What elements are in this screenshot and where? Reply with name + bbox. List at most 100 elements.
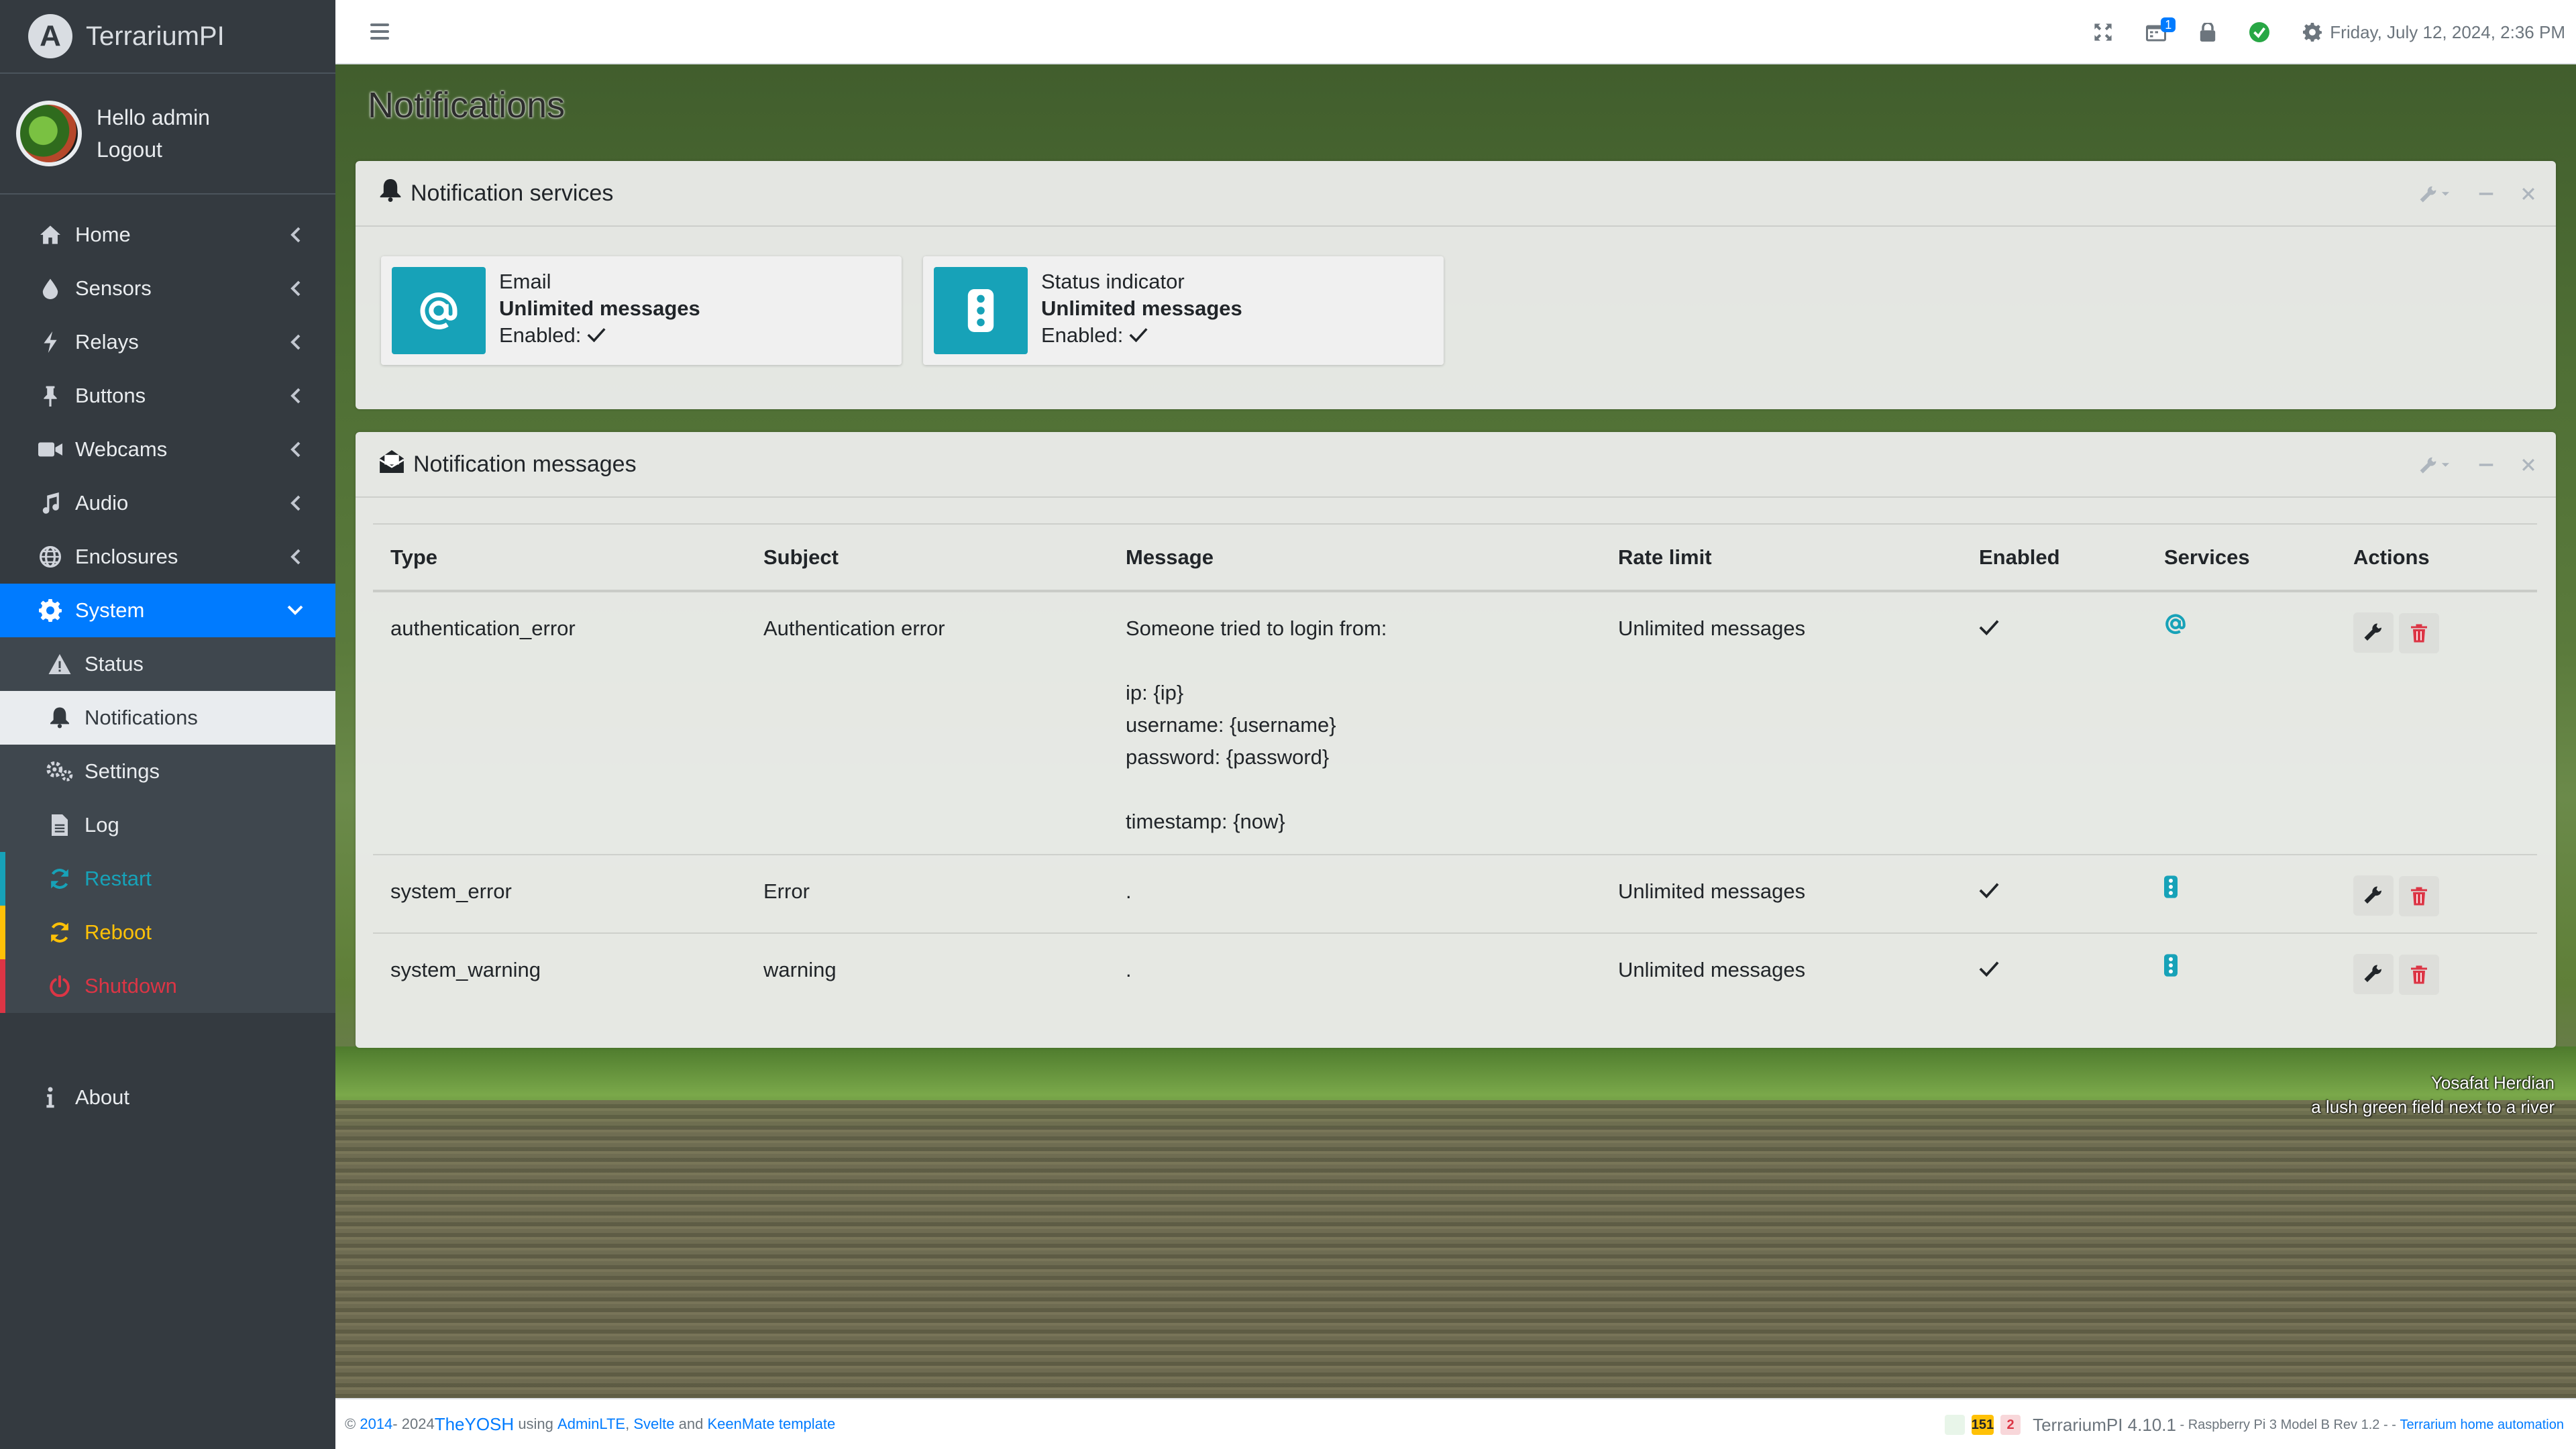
check-icon	[1979, 958, 1999, 981]
service-name: Email	[499, 270, 551, 293]
home-icon	[35, 225, 66, 245]
file-icon	[44, 814, 75, 836]
sidebar-item-label: System	[75, 598, 145, 622]
keenmate-link[interactable]: KeenMate template	[707, 1415, 835, 1433]
wrench-dropdown-icon[interactable]	[2419, 184, 2451, 203]
edit-button[interactable]	[2353, 612, 2394, 653]
calendar-icon[interactable]: 1	[2146, 17, 2176, 42]
bell-icon	[380, 179, 401, 207]
footer-badge-red: 2	[2000, 1415, 2021, 1435]
fullscreen-icon[interactable]	[2094, 23, 2112, 42]
wrench-dropdown-icon[interactable]	[2419, 455, 2451, 474]
sidebar-item-system[interactable]: System	[0, 584, 335, 637]
sidebar-item-label: Restart	[85, 867, 152, 890]
sidebar-item-shutdown[interactable]: Shutdown	[0, 959, 335, 1013]
status-ok-icon[interactable]	[2249, 22, 2270, 42]
brand-link[interactable]: A TerrariumPI	[0, 0, 335, 74]
column-header[interactable]: Rate limit	[1601, 523, 1962, 592]
close-icon[interactable]	[2521, 186, 2536, 201]
sidebar: A TerrariumPI Hello admin Logout Home Se…	[0, 0, 335, 1449]
service-box-email[interactable]: Email Unlimited messages Enabled:	[381, 256, 902, 365]
edit-button[interactable]	[2353, 875, 2394, 916]
copyright-symbol: ©	[345, 1415, 356, 1432]
column-header[interactable]: Services	[2147, 523, 2336, 592]
message-line	[1126, 773, 1601, 806]
sidebar-item-reboot[interactable]: Reboot	[0, 906, 335, 959]
card-title: Notification services	[411, 180, 614, 206]
sidebar-item-notifications[interactable]: Notifications	[0, 691, 335, 745]
year-start-link[interactable]: 2014	[360, 1415, 392, 1433]
service-limit: Unlimited messages	[1041, 297, 1242, 320]
cell-rate-limit: Unlimited messages	[1618, 958, 1806, 981]
edit-button[interactable]	[2353, 954, 2394, 994]
gear-icon[interactable]: Friday, July 12, 2024, 2:36 PM	[2303, 22, 2565, 43]
sidebar-item-buttons[interactable]: Buttons	[0, 369, 335, 423]
cell-services	[2147, 855, 2336, 934]
at-icon	[2164, 614, 2187, 640]
check-icon	[587, 323, 606, 347]
sidebar-item-label: Audio	[75, 491, 129, 515]
warning-icon	[44, 654, 75, 674]
notifications-table: Type Subject Message Rate limit Enabled …	[373, 523, 2537, 1011]
traffic-light-icon	[934, 267, 1028, 354]
sidebar-item-restart[interactable]: Restart	[0, 852, 335, 906]
column-header[interactable]: Type	[373, 523, 746, 592]
sidebar-item-enclosures[interactable]: Enclosures	[0, 530, 335, 584]
menu-toggle-icon[interactable]	[370, 23, 389, 40]
sidebar-item-label: Log	[85, 813, 119, 837]
sidebar-item-label: Webcams	[75, 437, 168, 461]
messages-card: Notification messages Type Subject Messa…	[356, 432, 2556, 1048]
traffic-light-icon	[2164, 954, 2178, 981]
column-header[interactable]: Subject	[746, 523, 1108, 592]
cell-services	[2147, 933, 2336, 1011]
tagline-link[interactable]: Terrarium home automation	[2400, 1417, 2564, 1433]
page-title: Notifications	[368, 85, 566, 125]
version-text: TerrariumPI 4.10.1	[2033, 1414, 2176, 1435]
sidebar-item-status[interactable]: Status	[0, 637, 335, 691]
adminlte-link[interactable]: AdminLTE	[557, 1415, 625, 1433]
info-icon	[35, 1087, 66, 1108]
close-icon[interactable]	[2521, 458, 2536, 472]
service-enabled-label: Enabled:	[1041, 323, 1124, 347]
globe-icon	[35, 546, 66, 568]
collapse-icon[interactable]	[2478, 457, 2494, 473]
sidebar-item-label: About	[75, 1085, 130, 1109]
sidebar-item-settings[interactable]: Settings	[0, 745, 335, 798]
cell-actions	[2336, 591, 2537, 855]
svelte-link[interactable]: Svelte	[633, 1415, 674, 1433]
sidebar-item-audio[interactable]: Audio	[0, 476, 335, 530]
sidebar-item-label: Shutdown	[85, 974, 177, 998]
sidebar-item-home[interactable]: Home	[0, 208, 335, 262]
lock-icon[interactable]	[2200, 23, 2216, 42]
sidebar-item-label: Home	[75, 223, 131, 246]
sidebar-item-label: Relays	[75, 330, 139, 354]
sidebar-item-log[interactable]: Log	[0, 798, 335, 852]
column-header[interactable]: Message	[1108, 523, 1601, 592]
column-header[interactable]: Enabled	[1962, 523, 2147, 592]
sidebar-item-about[interactable]: About	[0, 1071, 335, 1124]
sidebar-item-webcams[interactable]: Webcams	[0, 423, 335, 476]
sync-icon	[44, 922, 75, 943]
author-link[interactable]: TheYOSH	[435, 1414, 515, 1435]
check-icon	[1129, 323, 1148, 347]
service-name: Status indicator	[1041, 270, 1185, 293]
service-box-status-indicator[interactable]: Status indicator Unlimited messages Enab…	[923, 256, 1444, 365]
delete-button[interactable]	[2399, 613, 2439, 653]
delete-button[interactable]	[2399, 876, 2439, 916]
sidebar-item-relays[interactable]: Relays	[0, 315, 335, 369]
collapse-icon[interactable]	[2478, 186, 2494, 202]
message-line: ip: {ip}	[1126, 681, 1184, 704]
delete-button[interactable]	[2399, 955, 2439, 995]
cell-subject: Error	[746, 855, 1108, 934]
column-header[interactable]: Actions	[2336, 523, 2537, 592]
sidebar-item-sensors[interactable]: Sensors	[0, 262, 335, 315]
cell-enabled	[1962, 591, 2147, 855]
avatar	[16, 101, 82, 166]
chevron-left-icon	[283, 384, 307, 408]
brand-logo-icon: A	[28, 14, 72, 58]
message-line: username: {username}	[1126, 713, 1336, 737]
cell-message: Someone tried to login from: ip: {ip} us…	[1108, 591, 1601, 855]
traffic-light-icon	[2164, 875, 2178, 903]
message-line	[1126, 645, 1601, 677]
logout-link[interactable]: Logout	[97, 133, 210, 166]
